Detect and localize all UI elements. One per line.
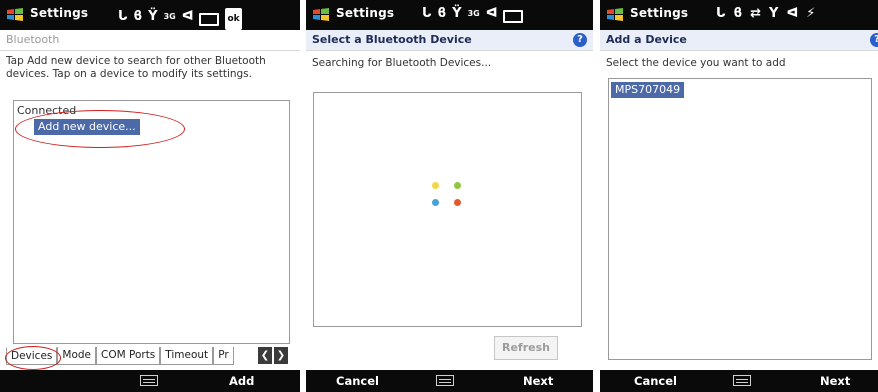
cancel-softkey[interactable]: Cancel: [634, 374, 677, 388]
device-search-area[interactable]: [313, 92, 582, 327]
annotation-circle-tab: [5, 346, 61, 370]
bluetooth-icon: ϐ: [133, 9, 143, 24]
device-list[interactable]: MPS707049: [608, 78, 872, 360]
cancel-softkey[interactable]: Cancel: [336, 374, 379, 388]
call-icon: ᒐ: [118, 9, 128, 24]
tab-com-ports[interactable]: COM Ports: [96, 347, 161, 365]
title-bar: Settings ᒐ ϐ ⇄ Y ᐊ ⚡: [600, 0, 878, 30]
ok-button[interactable]: ok: [225, 8, 242, 30]
windows-start-icon[interactable]: [311, 6, 331, 24]
app-title: Settings: [30, 6, 89, 20]
status-area[interactable]: ᒐ ϐ ⇄ Y ᐊ ⚡: [716, 4, 815, 24]
page-title: Bluetooth: [0, 30, 300, 51]
busy-dot-yellow: [432, 182, 439, 189]
help-icon[interactable]: ?: [573, 33, 587, 47]
title-bar: Settings ᒐ ϐ Ϋ 3G ᐊ ok: [0, 0, 300, 30]
annotation-circle: [15, 110, 185, 148]
add-softkey[interactable]: Add: [229, 374, 254, 388]
bluetooth-icon: ϐ: [733, 6, 743, 21]
windows-start-icon[interactable]: [5, 6, 25, 24]
tab-mode[interactable]: Mode: [57, 347, 96, 365]
app-title: Settings: [336, 6, 395, 20]
keyboard-icon[interactable]: [733, 375, 751, 386]
page-title: Select a Bluetooth Device ?: [306, 30, 593, 51]
signal-icon: Y: [769, 6, 779, 21]
app-title: Settings: [630, 6, 689, 20]
help-icon[interactable]: ?: [870, 33, 878, 47]
next-softkey[interactable]: Next: [820, 374, 850, 388]
no-signal-icon: ⚡: [806, 6, 816, 21]
busy-dot-red: [454, 199, 461, 206]
battery-icon: [503, 10, 524, 23]
status-area[interactable]: ᒐ ϐ Ϋ 3G ᐊ: [422, 4, 524, 24]
tab-scroll-right-icon[interactable]: ❯: [274, 347, 288, 364]
status-area[interactable]: ᒐ ϐ Ϋ 3G ᐊ ok: [118, 4, 242, 30]
title-bar: Settings ᒐ ϐ Ϋ 3G ᐊ: [306, 0, 593, 30]
page-title-text: Select a Bluetooth Device: [312, 33, 472, 46]
battery-icon: [199, 13, 220, 26]
network-type: 3G: [467, 9, 480, 18]
bluetooth-icon: ϐ: [437, 6, 447, 21]
network-type: 3G: [163, 12, 176, 21]
call-icon: ᒐ: [422, 6, 432, 21]
softkey-bar: Add: [0, 370, 300, 392]
tab-scroll-left-icon[interactable]: ❮: [258, 347, 272, 364]
search-status: Searching for Bluetooth Devices...: [312, 57, 492, 69]
keyboard-icon[interactable]: [436, 375, 454, 386]
keyboard-icon[interactable]: [140, 375, 158, 386]
busy-dot-blue: [432, 199, 439, 206]
softkey-bar: Cancel Next: [306, 370, 593, 392]
call-icon: ᒐ: [716, 6, 726, 21]
refresh-button[interactable]: Refresh: [494, 336, 558, 360]
tab-timeout[interactable]: Timeout: [160, 347, 214, 365]
add-device-screen: Settings ᒐ ϐ ⇄ Y ᐊ ⚡ Add a Device ? Sele…: [600, 0, 878, 392]
windows-start-icon[interactable]: [605, 6, 625, 24]
speaker-icon: ᐊ: [181, 9, 194, 24]
tab-more[interactable]: Pr: [213, 347, 234, 365]
sync-icon: ⇄: [750, 6, 762, 21]
device-item[interactable]: MPS707049: [611, 82, 685, 98]
busy-dot-green: [454, 182, 461, 189]
next-softkey[interactable]: Next: [523, 374, 553, 388]
speaker-icon: ᐊ: [485, 6, 498, 21]
page-title-text: Add a Device: [606, 33, 687, 46]
instructions-text: Select the device you want to add: [606, 57, 786, 69]
signal-icon: Ϋ: [148, 9, 158, 24]
page-title: Add a Device ?: [600, 30, 878, 51]
select-device-screen: Settings ᒐ ϐ Ϋ 3G ᐊ Select a Bluetooth D…: [306, 0, 593, 392]
bluetooth-settings-screen: Settings ᒐ ϐ Ϋ 3G ᐊ ok Bluetooth Tap Add…: [0, 0, 300, 392]
signal-icon: Ϋ: [452, 6, 462, 21]
speaker-icon: ᐊ: [786, 6, 799, 21]
instructions-text: Tap Add new device to search for other B…: [6, 55, 266, 80]
softkey-bar: Cancel Next: [600, 370, 878, 392]
